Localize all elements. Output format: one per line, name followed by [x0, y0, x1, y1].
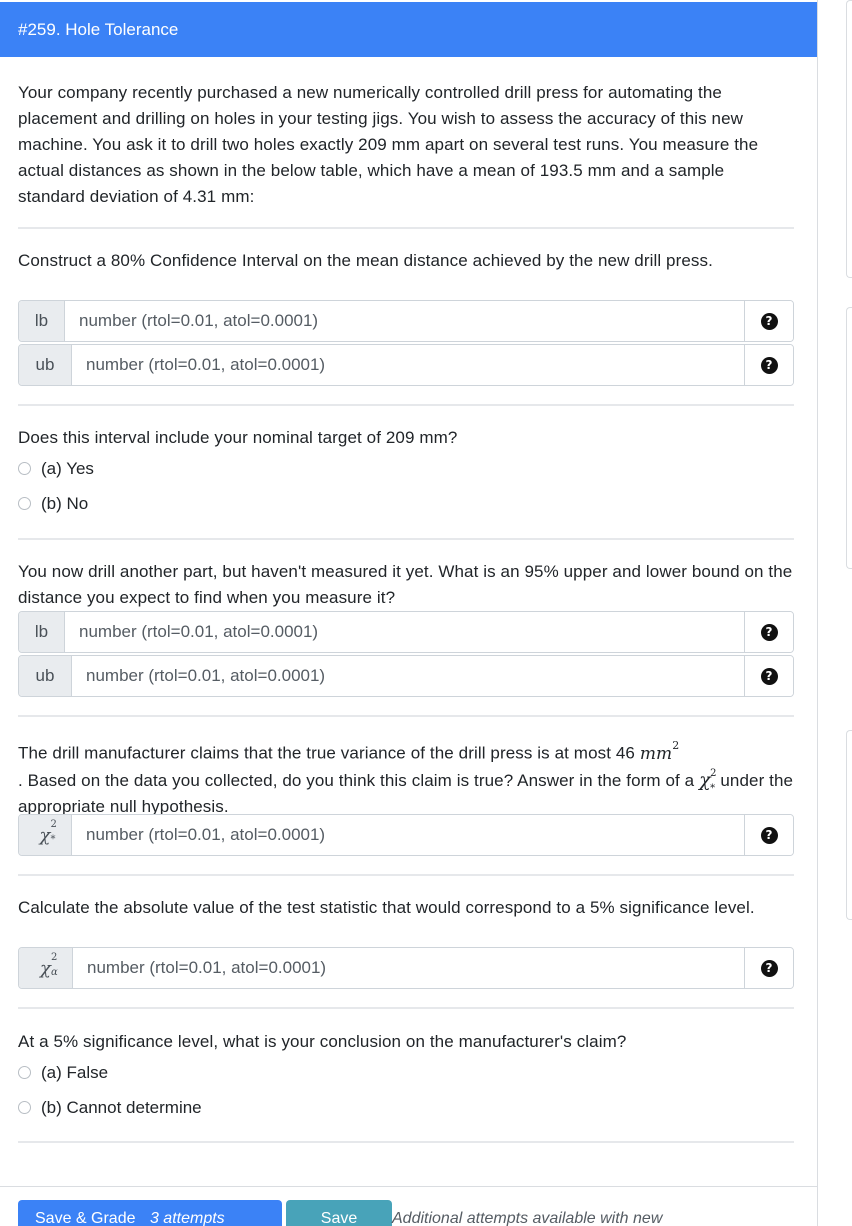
radio-button[interactable] — [18, 462, 31, 475]
question-mark-icon: ? — [760, 623, 778, 641]
sidebar-card — [846, 307, 852, 569]
intro-text: Your company recently purchased a new nu… — [18, 83, 759, 206]
radio-button[interactable] — [18, 1101, 31, 1114]
question-mark-icon: ? — [760, 356, 778, 374]
divider — [18, 715, 794, 717]
divider — [18, 1141, 794, 1143]
footer-divider — [0, 1186, 817, 1187]
q1-lb-input[interactable] — [65, 301, 745, 341]
divider — [18, 538, 794, 540]
radio-button[interactable] — [18, 497, 31, 510]
chi-label: χ2α — [19, 948, 73, 988]
option-label: (a) Yes — [41, 458, 94, 478]
divider — [18, 227, 794, 229]
q4-chi-input[interactable] — [72, 815, 745, 855]
option-label: (b) Cannot determine — [41, 1097, 202, 1117]
question-card: #259. Hole Tolerance Your company recent… — [0, 0, 818, 1226]
save-button[interactable]: Save — [286, 1200, 392, 1226]
q2-prompt: Does this interval include your nominal … — [18, 428, 458, 447]
q1-prompt: Construct a 80% Confidence Interval on t… — [18, 251, 713, 270]
q3-prompt: You now drill another part, but haven't … — [18, 562, 793, 607]
q4-chi-group: χ2* ? — [18, 814, 794, 856]
chi-squared-alpha: χ2α — [40, 951, 58, 979]
q5-chi-group: χ2α ? — [18, 947, 794, 989]
q6-option-a[interactable]: (a) False — [18, 1055, 108, 1090]
save-grade-button[interactable]: Save & Grade 3 attempts — [18, 1200, 282, 1226]
question-mark-icon: ? — [760, 312, 778, 330]
q3-lb-group: lb ? — [18, 611, 794, 653]
help-button[interactable]: ? — [745, 656, 793, 696]
lb-label: lb — [19, 612, 65, 652]
chi-squared-star: χ 2 * — [39, 818, 57, 846]
help-button[interactable]: ? — [745, 815, 793, 855]
q1-ub-group: ub ? — [18, 344, 794, 386]
lb-label: lb — [19, 301, 65, 341]
help-button[interactable]: ? — [745, 612, 793, 652]
ub-label: ub — [19, 656, 72, 696]
question-mark-icon: ? — [760, 667, 778, 685]
q4-prompt-a: The drill manufacturer claims that the t… — [18, 743, 635, 763]
q3-lb-input[interactable] — [65, 612, 745, 652]
q6-prompt: At a 5% significance level, what is your… — [18, 1032, 627, 1051]
q2-option-a[interactable]: (a) Yes — [18, 451, 94, 486]
question-mark-icon: ? — [760, 826, 778, 844]
option-label: (b) No — [41, 493, 89, 513]
unit-mm: mm2 — [639, 739, 680, 764]
q1-ub-input[interactable] — [72, 345, 745, 385]
divider — [18, 874, 794, 876]
q4-prompt-b: . Based on the data you collected, do yo… — [18, 770, 695, 790]
q3-ub-input[interactable] — [72, 656, 745, 696]
question-mark-icon: ? — [760, 959, 778, 977]
question-title: #259. Hole Tolerance — [0, 2, 817, 57]
divider — [18, 404, 794, 406]
help-button[interactable]: ? — [745, 301, 793, 341]
option-label: (a) False — [41, 1062, 109, 1082]
q6-option-b[interactable]: (b) Cannot determine — [18, 1090, 202, 1125]
ub-label: ub — [19, 345, 72, 385]
save-grade-label: Save & Grade — [35, 1210, 136, 1226]
q1-lb-group: lb ? — [18, 300, 794, 342]
q2-option-b[interactable]: (b) No — [18, 486, 88, 521]
q5-chi-input[interactable] — [73, 948, 745, 988]
chi-label: χ 2 * — [19, 815, 72, 855]
divider — [18, 1007, 794, 1009]
q4-prompt: The drill manufacturer claims that the t… — [18, 736, 794, 820]
sidebar-edge — [846, 0, 852, 1226]
q3-ub-group: ub ? — [18, 655, 794, 697]
help-button[interactable]: ? — [745, 948, 793, 988]
attempts-note: Additional attempts available with new — [392, 1210, 663, 1226]
help-button[interactable]: ? — [745, 345, 793, 385]
attempts-label: 3 attempts — [149, 1210, 225, 1226]
radio-button[interactable] — [18, 1066, 31, 1079]
chi-squared-star: χ 2 * — [699, 767, 717, 794]
q5-prompt: Calculate the absolute value of the test… — [18, 898, 755, 917]
sidebar-card — [846, 0, 852, 278]
sidebar-card — [846, 730, 852, 920]
